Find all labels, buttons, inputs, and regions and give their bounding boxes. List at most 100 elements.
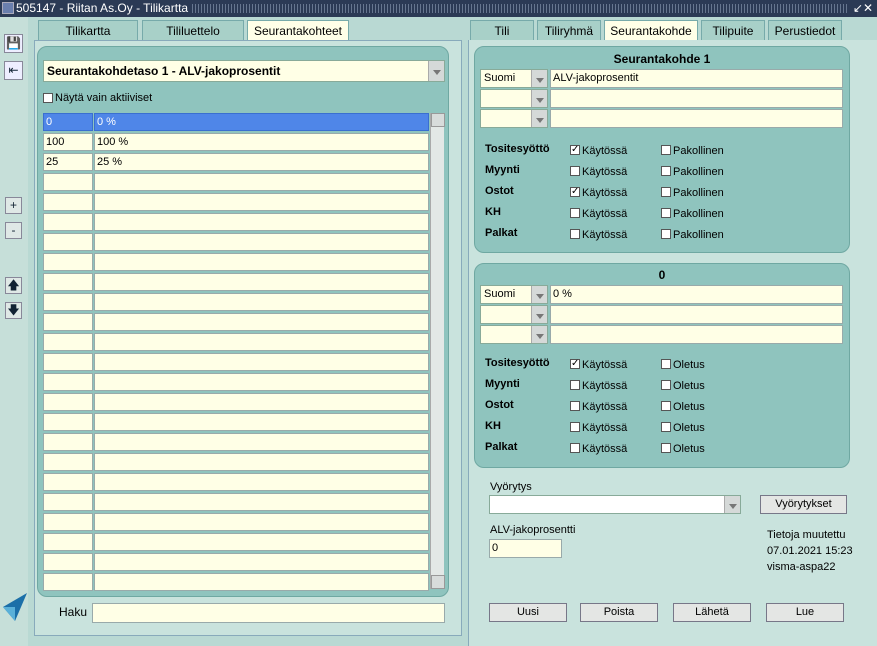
name-input[interactable]: 0 % (550, 285, 843, 304)
row-code-cell[interactable] (43, 553, 93, 571)
name-input[interactable]: ALV-jakoprosentit (550, 69, 843, 88)
send-button[interactable]: Lähetä (673, 603, 751, 622)
row-code-cell[interactable] (43, 233, 93, 251)
row-code-cell[interactable] (43, 193, 93, 211)
tab-tili[interactable]: Tili (470, 20, 534, 41)
required-checkbox[interactable] (661, 187, 671, 197)
row-code-cell[interactable] (43, 253, 93, 271)
alv-input[interactable]: 0 (489, 539, 562, 558)
row-name-cell[interactable]: 0 % (94, 113, 429, 131)
language-select[interactable]: Suomi (480, 285, 548, 304)
enabled-checkbox[interactable] (570, 380, 580, 390)
enabled-checkbox[interactable]: ✓ (570, 359, 580, 369)
language-select[interactable] (480, 89, 548, 108)
required-checkbox[interactable] (661, 229, 671, 239)
name-input[interactable] (550, 305, 843, 324)
row-code-cell[interactable] (43, 573, 93, 591)
row-code-cell[interactable] (43, 473, 93, 491)
row-code-cell[interactable] (43, 333, 93, 351)
row-name-cell[interactable] (94, 553, 429, 571)
row-name-cell[interactable] (94, 173, 429, 191)
search-input[interactable] (92, 603, 445, 623)
row-name-cell[interactable] (94, 533, 429, 551)
row-code-cell[interactable] (43, 433, 93, 451)
row-code-cell[interactable]: 0 (43, 113, 93, 131)
row-code-cell[interactable] (43, 393, 93, 411)
required-checkbox[interactable] (661, 145, 671, 155)
required-checkbox[interactable] (661, 166, 671, 176)
read-button[interactable]: Lue (766, 603, 844, 622)
default-checkbox[interactable] (661, 401, 671, 411)
row-code-cell[interactable] (43, 293, 93, 311)
row-name-cell[interactable] (94, 253, 429, 271)
row-name-cell[interactable] (94, 313, 429, 331)
row-code-cell[interactable] (43, 453, 93, 471)
row-code-cell[interactable]: 100 (43, 133, 93, 151)
row-code-cell[interactable] (43, 313, 93, 331)
row-name-cell[interactable] (94, 373, 429, 391)
row-name-cell[interactable]: 25 % (94, 153, 429, 171)
row-name-cell[interactable] (94, 473, 429, 491)
row-code-cell[interactable] (43, 353, 93, 371)
level-select[interactable]: Seurantakohdetaso 1 - ALV-jakoprosentit (43, 60, 445, 82)
default-checkbox[interactable] (661, 359, 671, 369)
language-select[interactable] (480, 325, 548, 344)
language-select[interactable]: Suomi (480, 69, 548, 88)
row-name-cell[interactable] (94, 453, 429, 471)
row-name-cell[interactable] (94, 333, 429, 351)
enabled-checkbox[interactable] (570, 401, 580, 411)
tab-perustiedot[interactable]: Perustiedot (768, 20, 842, 41)
row-code-cell[interactable] (43, 513, 93, 531)
row-name-cell[interactable] (94, 493, 429, 511)
vyorytys-select[interactable] (489, 495, 741, 514)
tab-tiliryhma[interactable]: Tiliryhmä (537, 20, 601, 41)
new-button[interactable]: Uusi (489, 603, 567, 622)
exit-button[interactable]: ⇤ (4, 61, 23, 80)
enabled-checkbox[interactable] (570, 166, 580, 176)
row-code-cell[interactable] (43, 173, 93, 191)
scroll-up-button[interactable] (431, 113, 445, 127)
row-name-cell[interactable] (94, 353, 429, 371)
tab-tililuettelo[interactable]: Tililuettelo (142, 20, 244, 41)
row-code-cell[interactable] (43, 533, 93, 551)
row-name-cell[interactable] (94, 393, 429, 411)
row-name-cell[interactable] (94, 233, 429, 251)
list-scrollbar[interactable] (430, 113, 445, 589)
row-code-cell[interactable] (43, 273, 93, 291)
default-checkbox[interactable] (661, 380, 671, 390)
required-checkbox[interactable] (661, 208, 671, 218)
tab-seurantakohde[interactable]: Seurantakohde (604, 20, 698, 41)
name-input[interactable] (550, 89, 843, 108)
move-down-button[interactable]: 🡇 (5, 302, 22, 319)
name-input[interactable] (550, 325, 843, 344)
vyorytykset-button[interactable]: Vyörytykset (760, 495, 847, 514)
tab-seurantakohteet[interactable]: Seurantakohteet (247, 20, 349, 41)
row-name-cell[interactable]: 100 % (94, 133, 429, 151)
row-name-cell[interactable] (94, 213, 429, 231)
row-name-cell[interactable] (94, 193, 429, 211)
language-select[interactable] (480, 109, 548, 128)
add-row-button[interactable]: + (5, 197, 22, 214)
window-controls[interactable]: ↙✕ (853, 0, 873, 17)
move-up-button[interactable]: 🡅 (5, 277, 22, 294)
delete-button[interactable]: Poista (580, 603, 658, 622)
row-name-cell[interactable] (94, 273, 429, 291)
enabled-checkbox[interactable] (570, 229, 580, 239)
language-select[interactable] (480, 305, 548, 324)
row-name-cell[interactable] (94, 293, 429, 311)
row-name-cell[interactable] (94, 413, 429, 431)
tab-tilipuite[interactable]: Tilipuite (701, 20, 765, 41)
enabled-checkbox[interactable] (570, 208, 580, 218)
remove-row-button[interactable]: - (5, 222, 22, 239)
enabled-checkbox[interactable]: ✓ (570, 145, 580, 155)
default-checkbox[interactable] (661, 422, 671, 432)
row-code-cell[interactable] (43, 373, 93, 391)
row-name-cell[interactable] (94, 513, 429, 531)
enabled-checkbox[interactable] (570, 443, 580, 453)
row-code-cell[interactable] (43, 413, 93, 431)
row-name-cell[interactable] (94, 573, 429, 591)
default-checkbox[interactable] (661, 443, 671, 453)
name-input[interactable] (550, 109, 843, 128)
row-name-cell[interactable] (94, 433, 429, 451)
row-code-cell[interactable] (43, 493, 93, 511)
